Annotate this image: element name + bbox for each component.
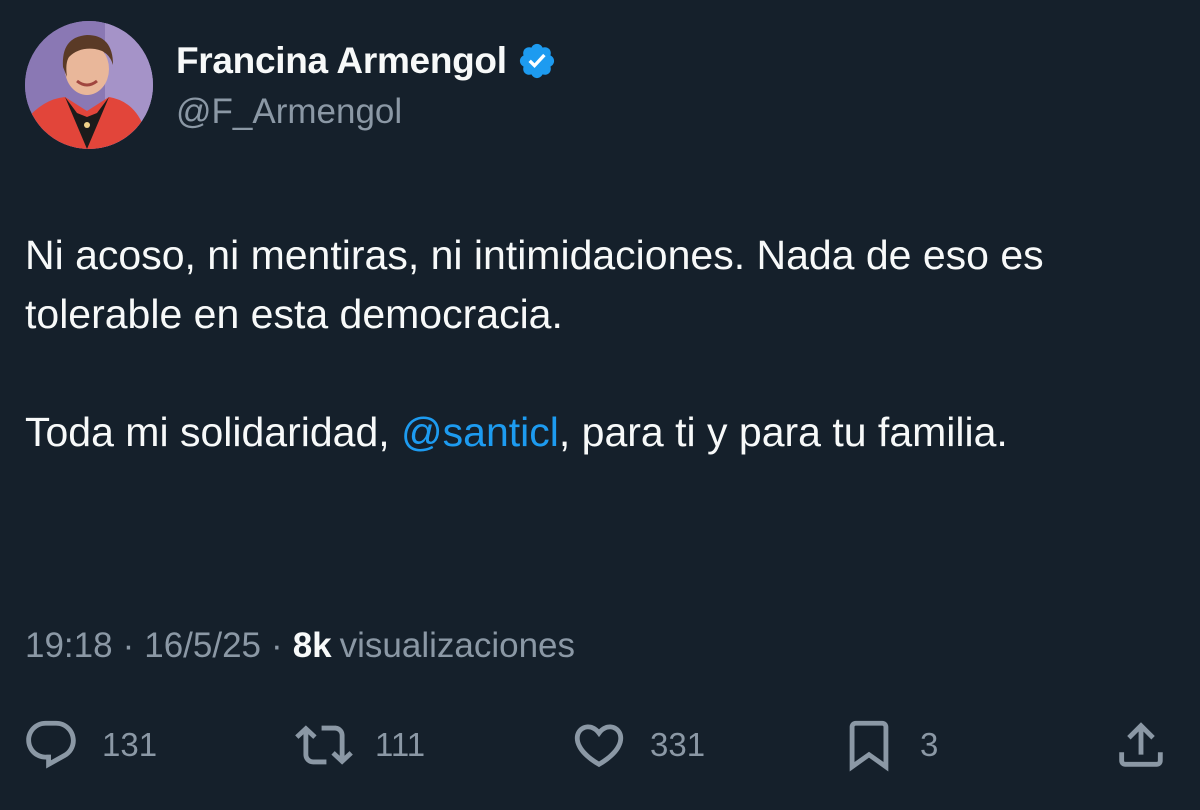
tweet-text-segment: , para ti y para tu familia.: [558, 409, 1008, 455]
reply-icon: [26, 720, 76, 769]
heart-icon: [574, 724, 624, 768]
share-icon: [1119, 722, 1163, 767]
tweet-paragraph-1: Ni acoso, ni mentiras, ni intimidaciones…: [25, 232, 1044, 337]
tweet-time[interactable]: 19:18: [25, 626, 113, 666]
tweet: Francina Armengol @F_Armengol Ni acoso, …: [0, 0, 1200, 810]
like-button[interactable]: 331: [570, 710, 705, 780]
action-bar: 131 111 331 3: [0, 710, 1200, 780]
avatar[interactable]: [25, 21, 153, 149]
meta-separator: ·: [271, 626, 283, 665]
retweet-count: 111: [375, 726, 426, 763]
retweet-icon: [295, 725, 353, 765]
author-name-row: Francina Armengol: [176, 38, 557, 84]
tweet-text-segment: Toda mi solidaridad,: [25, 409, 402, 455]
bookmark-button[interactable]: 3: [840, 710, 938, 780]
like-count: 331: [650, 726, 706, 763]
reply-button[interactable]: 131: [22, 710, 157, 780]
author-display-name[interactable]: Francina Armengol: [176, 40, 507, 82]
bookmark-icon: [849, 720, 889, 772]
tweet-paragraph-2: Toda mi solidaridad, @santicl, para ti y…: [25, 403, 1145, 462]
tweet-text: Ni acoso, ni mentiras, ni intimidaciones…: [25, 226, 1145, 462]
reply-count: 131: [102, 726, 158, 763]
bookmark-count: 3: [920, 726, 939, 763]
share-button[interactable]: [1112, 710, 1170, 780]
author-handle[interactable]: @F_Armengol: [176, 92, 402, 132]
verified-badge-icon[interactable]: [517, 41, 557, 81]
views-label: visualizaciones: [339, 626, 576, 665]
views-count[interactable]: 8k: [293, 626, 332, 666]
tweet-date[interactable]: 16/5/25: [144, 626, 261, 666]
tweet-meta: 19:18 · 16/5/25 · 8k visualizaciones: [25, 626, 575, 666]
retweet-button[interactable]: 111: [295, 710, 425, 780]
mention-link[interactable]: @santicl: [401, 409, 559, 455]
profile-photo-icon: [25, 21, 153, 149]
meta-separator: ·: [122, 626, 135, 665]
